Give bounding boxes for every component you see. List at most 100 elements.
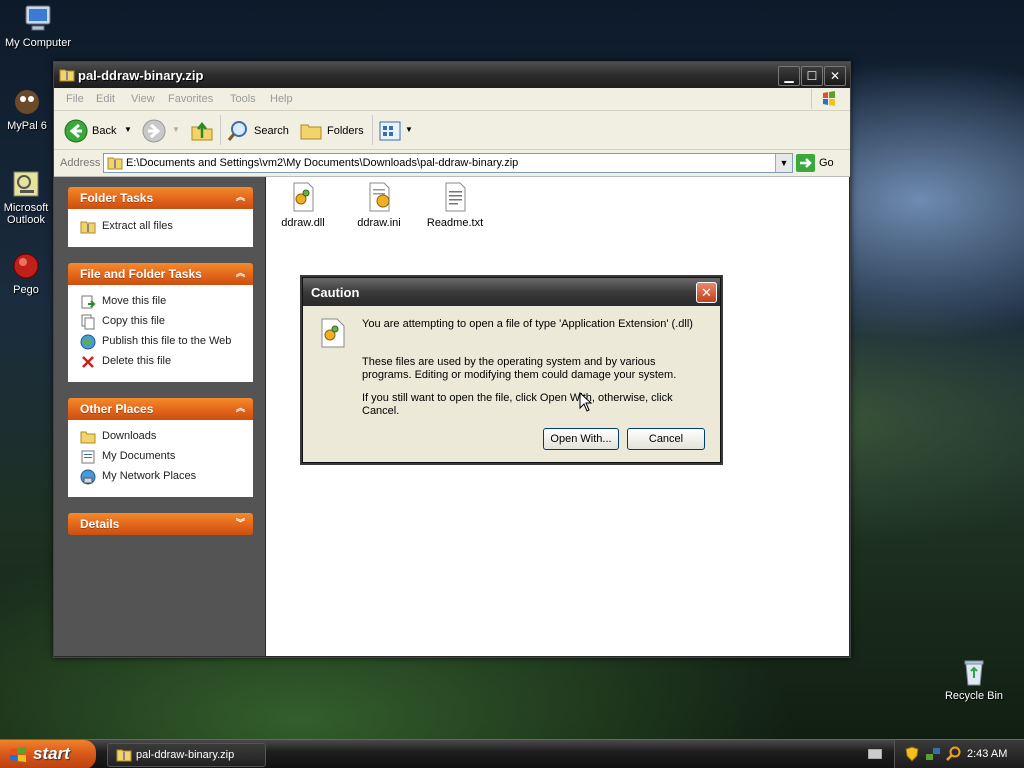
address-label: Address — [60, 157, 101, 169]
back-dropdown-icon: ▼ — [124, 125, 132, 134]
menu-favorites[interactable]: Favorites — [168, 93, 213, 105]
close-icon: ✕ — [701, 285, 712, 300]
pego-icon — [10, 250, 42, 282]
menu-file[interactable]: File — [66, 93, 84, 105]
desktop-icon-label: Recycle Bin — [944, 690, 1004, 702]
task-label: Move this file — [102, 295, 167, 307]
chevron-up-icon[interactable]: ︽ — [234, 267, 247, 280]
folder-tasks-panel: Extract all files — [68, 209, 253, 247]
desktop-icon-outlook[interactable]: Microsoft Outlook — [0, 168, 54, 226]
computer-icon — [22, 3, 54, 35]
back-label: Back — [92, 125, 117, 137]
delete-x-icon — [80, 354, 96, 370]
zip-folder-icon — [116, 747, 132, 766]
address-bar: Address E:\Documents and Settings\vm2\My… — [54, 150, 850, 177]
menu-help[interactable]: Help — [270, 93, 293, 105]
dialog-title: Caution — [311, 285, 360, 300]
folder-icon — [80, 429, 96, 445]
taskbar: start pal-ddraw-binary.zip 2:43 AM — [0, 739, 1024, 768]
menu-tools[interactable]: Tools — [230, 93, 256, 105]
folder-tasks-header[interactable]: Folder Tasks ︽ — [68, 187, 253, 209]
menu-view[interactable]: View — [131, 93, 155, 105]
zip-folder-icon — [59, 67, 75, 83]
desktop-icon-my-computer[interactable]: My Computer — [0, 3, 78, 49]
details-header[interactable]: Details ︾ — [68, 513, 253, 535]
menu-edit[interactable]: Edit — [96, 93, 115, 105]
forward-dropdown-icon: ▼ — [172, 125, 180, 134]
clock: 2:43 AM — [967, 748, 1008, 760]
desktop-icon-label: MyPal 6 — [7, 120, 47, 132]
dialog-close-button[interactable]: ✕ — [696, 282, 717, 303]
dialog-message-para3-line1: If you still want to open the file, clic… — [362, 392, 673, 404]
close-icon: ✕ — [829, 69, 841, 83]
up-folder-button[interactable] — [190, 119, 216, 143]
file-item[interactable]: ddraw.dll — [268, 181, 338, 229]
ini-icon — [363, 181, 395, 213]
search-icon[interactable] — [945, 746, 961, 765]
network-icon[interactable] — [925, 746, 941, 765]
text-file-icon — [439, 181, 471, 213]
toolbar-separator — [372, 115, 373, 145]
security-shield-icon[interactable] — [905, 746, 919, 765]
place-label: My Network Places — [102, 470, 197, 482]
keyboard-icon[interactable] — [867, 748, 883, 762]
start-label: start — [33, 744, 70, 763]
place-label: Downloads — [102, 430, 157, 442]
file-name: Readme.txt — [426, 217, 484, 229]
go-arrow-icon — [796, 154, 815, 175]
file-folder-tasks-header[interactable]: File and Folder Tasks ︽ — [68, 263, 253, 285]
file-folder-tasks-title: File and Folder Tasks — [80, 267, 202, 281]
minimize-button[interactable]: ▁ — [778, 66, 800, 86]
task-label: Copy this file — [102, 315, 165, 327]
dialog-message-para2-line2: programs. Editing or modifying them coul… — [362, 369, 677, 381]
title-bar[interactable]: pal-ddraw-binary.zip ▁ ☐ ✕ — [54, 62, 850, 88]
back-button[interactable]: Back ▼ — [64, 119, 132, 143]
menu-bar: File Edit View Favorites Tools Help — [54, 88, 850, 111]
cancel-button[interactable]: Cancel — [627, 428, 705, 450]
desktop-icon-label: My Computer — [4, 37, 72, 49]
desktop-icon-recycle-bin[interactable]: Recycle Bin — [934, 656, 1014, 702]
dialog-message-line1: You are attempting to open a file of typ… — [362, 318, 693, 330]
desktop-icon-label: Pego — [13, 284, 39, 296]
address-dropdown-button[interactable]: ▼ — [775, 154, 792, 172]
chevron-up-icon[interactable]: ︽ — [234, 402, 247, 415]
file-item[interactable]: Readme.txt — [420, 181, 490, 229]
move-file-icon — [80, 294, 96, 310]
close-button[interactable]: ✕ — [824, 66, 846, 86]
search-button[interactable]: Search — [226, 119, 292, 143]
search-label: Search — [254, 125, 289, 137]
folders-icon — [299, 119, 323, 146]
forward-arrow-icon — [142, 119, 166, 146]
desktop-icon-label: Microsoft Outlook — [3, 202, 49, 226]
forward-button[interactable]: ▼ — [142, 119, 182, 143]
dll-icon — [320, 318, 346, 348]
details-title: Details — [80, 517, 120, 531]
my-documents-icon — [80, 449, 96, 465]
desktop-icon-mypal[interactable]: MyPal 6 — [0, 86, 56, 132]
chevron-down-icon[interactable]: ︾ — [234, 517, 247, 530]
taskbar-window-item[interactable]: pal-ddraw-binary.zip — [107, 743, 266, 767]
dialog-title-bar[interactable]: Caution ✕ — [303, 278, 720, 306]
folders-label: Folders — [327, 125, 364, 137]
address-path: E:\Documents and Settings\vm2\My Documen… — [126, 157, 519, 169]
back-arrow-icon — [64, 119, 88, 146]
taskbar-item-label: pal-ddraw-binary.zip — [136, 749, 235, 761]
folders-button[interactable]: Folders — [299, 119, 365, 143]
desktop-icon-pego[interactable]: Pego — [0, 250, 54, 296]
chevron-up-icon[interactable]: ︽ — [234, 191, 247, 204]
desktop: My Computer MyPal 6 Microsoft Outlook Pe… — [0, 0, 1024, 768]
other-places-panel: Downloads My Documents My Network Places — [68, 420, 253, 497]
mouse-cursor-icon — [579, 391, 593, 415]
file-item[interactable]: ddraw.ini — [344, 181, 414, 229]
views-button[interactable]: ▼ — [378, 119, 414, 143]
minimize-icon: ▁ — [784, 69, 794, 83]
start-button[interactable]: start — [0, 740, 96, 768]
views-dropdown-icon: ▼ — [405, 125, 413, 134]
address-input[interactable]: E:\Documents and Settings\vm2\My Documen… — [103, 153, 793, 173]
task-pane: Folder Tasks ︽ Extract all files File an… — [54, 177, 265, 656]
other-places-header[interactable]: Other Places ︽ — [68, 398, 253, 420]
open-with-button[interactable]: Open With... — [543, 428, 619, 450]
file-folder-tasks-panel: Move this file Copy this file Publish th… — [68, 285, 253, 382]
file-name: ddraw.ini — [357, 217, 401, 229]
maximize-button[interactable]: ☐ — [801, 66, 823, 86]
